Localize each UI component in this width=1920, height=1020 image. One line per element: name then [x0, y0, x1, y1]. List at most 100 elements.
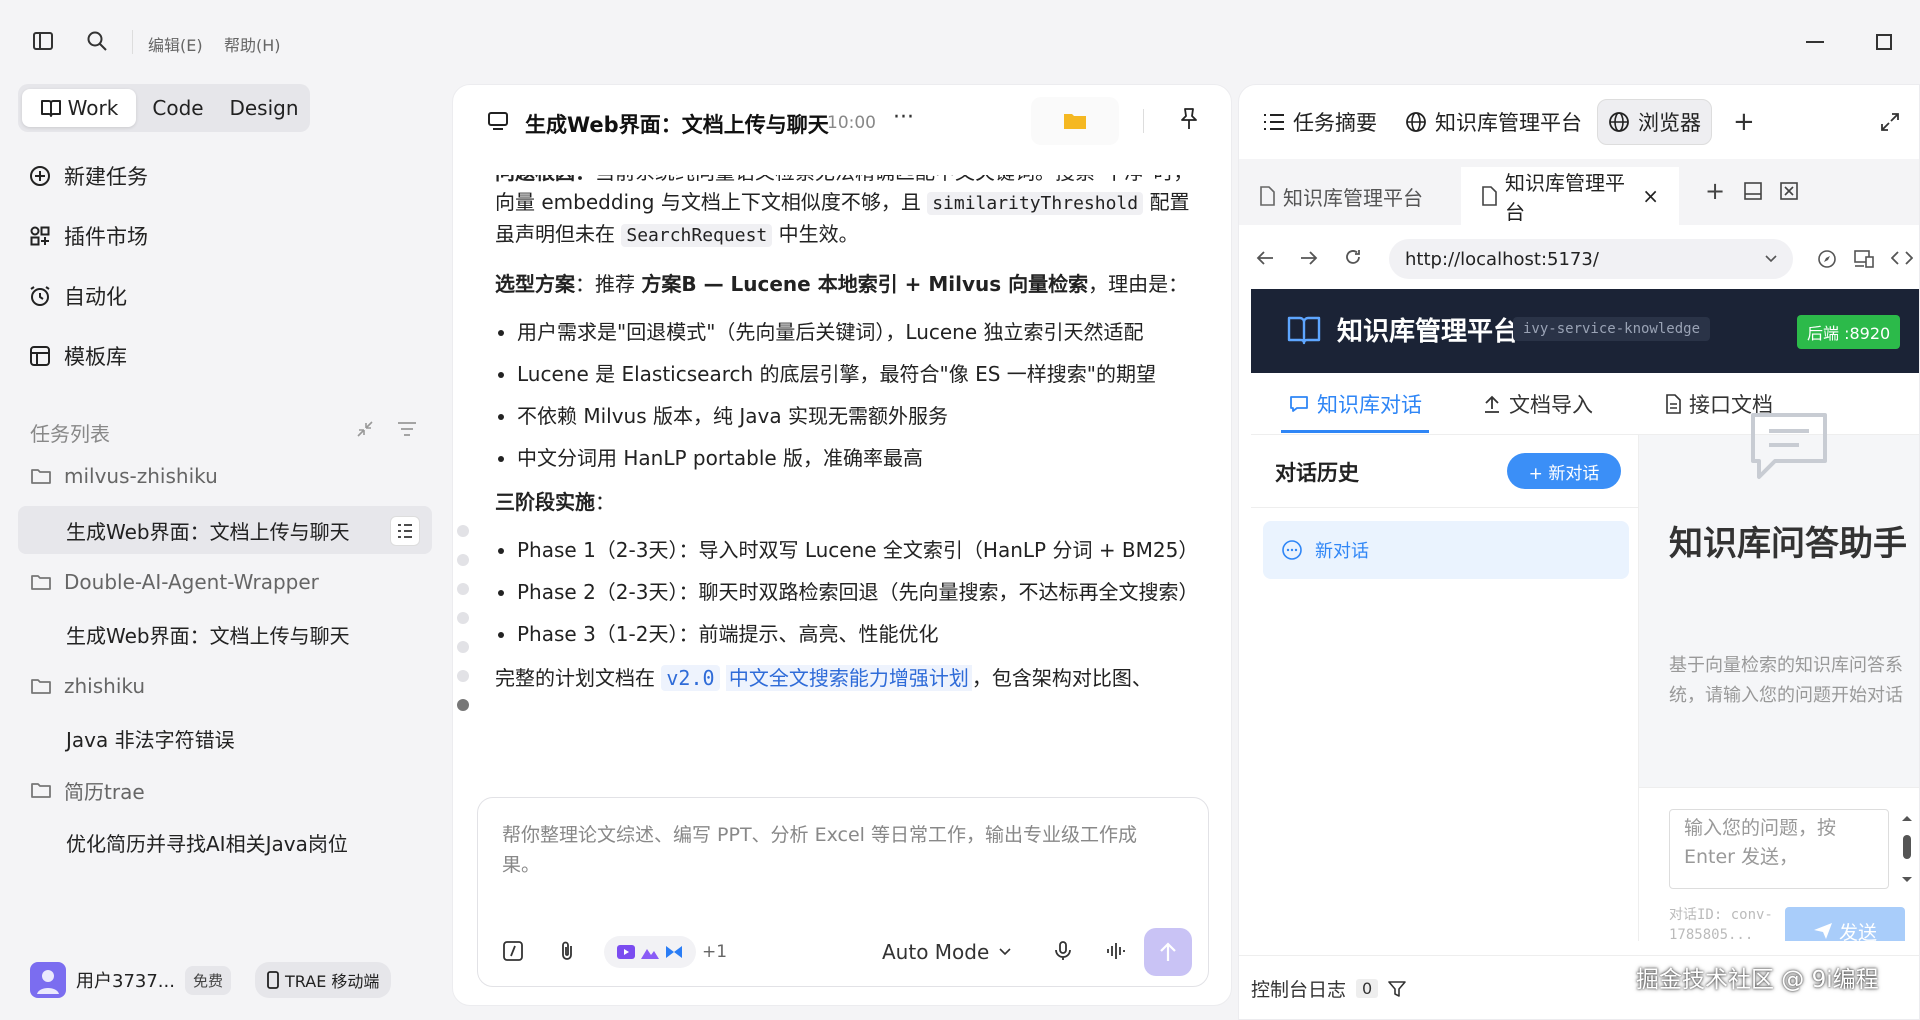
nav-dot[interactable] — [457, 554, 469, 566]
open-folder-button[interactable] — [1031, 97, 1119, 145]
forward-icon[interactable] — [1299, 249, 1319, 267]
folder-milvus-zhishiku[interactable]: milvus-zhishiku — [30, 456, 218, 496]
template-icon — [28, 344, 52, 368]
web-tab-doc-import[interactable]: 文档导入 — [1483, 389, 1593, 419]
url-input[interactable]: http://localhost:5173/ — [1389, 239, 1793, 279]
task-outline-button[interactable] — [390, 516, 420, 546]
back-icon[interactable] — [1255, 249, 1275, 267]
tab-knowledge-platform[interactable]: 知识库管理平台 — [1395, 99, 1592, 145]
browser-tab[interactable]: 知识库管理平台 — [1239, 167, 1459, 225]
chat-icon — [1289, 394, 1309, 414]
chat-time: 10:00 — [827, 113, 876, 133]
more-button[interactable]: ··· — [893, 105, 914, 130]
device-icon[interactable] — [1853, 249, 1875, 269]
close-tab-icon[interactable]: × — [1642, 184, 1659, 208]
task-item[interactable]: 优化简历并寻找AI相关Java岗位 — [66, 822, 348, 862]
assistant-pane: 知识库问答助手 基于向量检索的知识库问答系统，请输入您的问题开始对话 输入您的问… — [1639, 413, 1919, 941]
nav-automation[interactable]: 自动化 — [28, 274, 127, 318]
folder-double-ai-agent-wrapper[interactable]: Double-AI-Agent-Wrapper — [30, 562, 319, 602]
mode-switch: Work Code Design — [18, 84, 310, 132]
close-panel-icon[interactable] — [1779, 181, 1799, 201]
tab-browser[interactable]: 浏览器 — [1597, 99, 1712, 145]
voice-wave-icon[interactable] — [1104, 940, 1128, 964]
message-composer[interactable]: 帮你整理论文综述、编写 PPT、分析 Excel 等日常工作，输出专业级工作成果… — [477, 797, 1209, 987]
nav-dot-current[interactable] — [457, 699, 469, 711]
maximize-icon[interactable] — [1876, 34, 1892, 50]
chat-bubble-icon — [487, 111, 509, 131]
search-icon[interactable] — [86, 30, 110, 54]
menu-help[interactable]: 帮助(H) — [224, 32, 281, 56]
task-item-active[interactable]: 生成Web界面：文档上传与聊天 — [66, 510, 350, 550]
nav-dot[interactable] — [457, 612, 469, 624]
mode-design[interactable]: Design — [222, 89, 306, 127]
user-name[interactable]: 用户3737... — [76, 967, 175, 993]
nav-dot[interactable] — [457, 641, 469, 653]
code-icon[interactable] — [1891, 249, 1913, 267]
split-view-icon[interactable] — [1743, 181, 1763, 201]
plugin-chips[interactable] — [604, 936, 696, 968]
filter-icon[interactable] — [1388, 980, 1407, 998]
nav-dot[interactable] — [457, 670, 469, 682]
minimize-icon[interactable] — [1806, 41, 1824, 43]
assistant-send-button[interactable]: 发送 — [1785, 907, 1905, 941]
chevron-down-icon[interactable] — [1765, 255, 1777, 263]
right-panel: 任务摘要 知识库管理平台 浏览器 + 知识库管理平台 知识库管理平台 × + h… — [1238, 84, 1920, 1020]
globe-icon — [1608, 111, 1630, 133]
plan-doc-link-text[interactable]: 中文全文搜索能力增强计划 — [725, 665, 972, 691]
folder-zhishiku[interactable]: zhishiku — [30, 666, 145, 706]
nav-plugin-market[interactable]: 插件市场 — [28, 214, 148, 258]
nav-new-task[interactable]: 新建任务 — [28, 154, 148, 198]
service-tag: ivy-service-knowledge — [1513, 317, 1711, 341]
history-item[interactable]: 新对话 — [1263, 521, 1629, 579]
console-label[interactable]: 控制台日志 — [1251, 975, 1346, 1002]
inline-code: SearchRequest — [621, 224, 773, 247]
title-bar: 编辑(E) 帮助(H) — [0, 0, 1920, 84]
pin-icon[interactable] — [1179, 107, 1199, 131]
task-item[interactable]: 生成Web界面：文档上传与聊天 — [66, 614, 350, 654]
expand-icon[interactable] — [1879, 111, 1901, 133]
compass-icon[interactable] — [1817, 249, 1837, 269]
reload-icon[interactable] — [1343, 247, 1363, 267]
microphone-icon[interactable] — [1052, 940, 1076, 964]
sidebar-toggle-icon[interactable] — [32, 30, 56, 54]
question-input[interactable]: 输入您的问题，按 Enter 发送， — [1669, 809, 1889, 889]
plugin-more-count[interactable]: +1 — [702, 942, 727, 962]
web-tab-knowledge-chat[interactable]: 知识库对话 — [1289, 389, 1422, 419]
chat-history-pane: 对话历史 + 新对话 新对话 — [1251, 435, 1639, 941]
mode-code[interactable]: Code — [142, 89, 214, 127]
phases-list: Phase 1（2-3天）：导入时双写 Lucene 全文索引（HanLP 分词… — [517, 535, 1195, 649]
browser-tab-active[interactable]: 知识库管理平台 × — [1461, 167, 1679, 225]
arrow-up-icon — [1158, 941, 1178, 963]
book-icon — [40, 98, 62, 118]
add-tab-icon[interactable]: + — [1733, 107, 1755, 137]
new-chat-button[interactable]: + 新对话 — [1507, 453, 1621, 489]
filter-icon[interactable] — [396, 418, 418, 440]
task-item[interactable]: Java 非法字符错误 — [66, 718, 235, 758]
tab-task-summary[interactable]: 任务摘要 — [1253, 99, 1387, 145]
mobile-app-button[interactable]: TRAE 移动端 — [255, 962, 392, 998]
root-cause-label: 问题根因： — [495, 175, 595, 184]
nav-dot[interactable] — [457, 583, 469, 595]
phone-icon — [267, 971, 279, 989]
folder-resume-trae[interactable]: 简历trae — [30, 770, 145, 810]
composer-input[interactable]: 帮你整理论文综述、编写 PPT、分析 Excel 等日常工作，输出专业级工作成果… — [502, 820, 1162, 880]
nav-dot[interactable] — [457, 525, 469, 537]
reasons-list: 用户需求是"回退模式"（先向量后关键词），Lucene 独立索引天然适配 Luc… — [517, 317, 1195, 473]
plan-doc-link[interactable]: v2.0 — [661, 665, 720, 691]
plan-badge[interactable]: 免费 — [184, 965, 231, 995]
history-title: 对话历史 — [1275, 461, 1359, 485]
nav-template-library[interactable]: 模板库 — [28, 334, 127, 378]
history-divider — [1251, 507, 1639, 508]
collapse-icon[interactable] — [354, 418, 376, 440]
folder-icon — [1063, 111, 1087, 131]
attachment-icon[interactable] — [556, 940, 580, 964]
menu-edit[interactable]: 编辑(E) — [148, 32, 203, 56]
assistant-title: 知识库问答助手 — [1669, 524, 1907, 564]
send-button[interactable] — [1144, 928, 1192, 976]
input-scrollbar[interactable] — [1901, 815, 1912, 883]
slash-command-icon[interactable] — [502, 940, 526, 964]
avatar[interactable] — [30, 962, 66, 998]
new-browser-tab-icon[interactable]: + — [1705, 177, 1725, 205]
mode-work[interactable]: Work — [22, 89, 136, 127]
mode-selector[interactable]: Auto Mode — [882, 936, 1011, 968]
